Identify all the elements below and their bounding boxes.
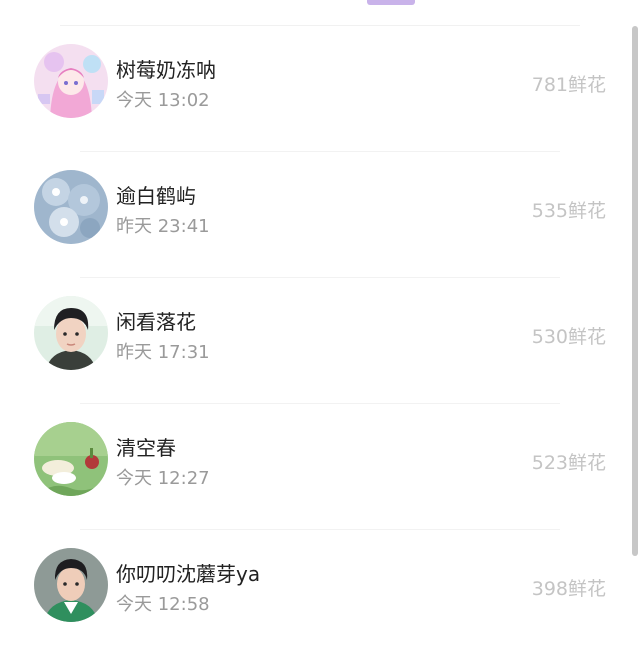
blue-flower-avatar[interactable] (34, 170, 108, 244)
anime-pink-girl-avatar[interactable] (34, 44, 108, 118)
post-time: 今天 12:58 (116, 594, 210, 615)
user-name[interactable]: 闲看落花 (116, 306, 196, 335)
flower-count: 523鲜花 (531, 452, 606, 474)
young-man-green-jacket-avatar[interactable] (34, 548, 108, 622)
list-item[interactable]: 你叨叨沈蘑芽ya 今天 12:58 398鲜花 (0, 530, 628, 647)
scrollbar[interactable] (632, 26, 638, 556)
green-plant-avatar[interactable] (34, 422, 108, 496)
user-name[interactable]: 你叨叨沈蘑芽ya (116, 558, 260, 587)
post-time: 昨天 23:41 (116, 216, 210, 237)
post-time: 今天 13:02 (116, 90, 210, 111)
list-item[interactable]: 闲看落花 昨天 17:31 530鲜花 (0, 278, 628, 404)
flower-count: 398鲜花 (531, 578, 606, 600)
flower-ranking-screen: 树莓奶冻呐 今天 13:02 781鲜花 逾白鹤屿 昨天 23:41 535鲜花… (0, 0, 640, 647)
young-man-portrait-avatar[interactable] (34, 296, 108, 370)
flower-count: 535鲜花 (531, 200, 606, 222)
list-item[interactable]: 清空春 今天 12:27 523鲜花 (0, 404, 628, 530)
user-name[interactable]: 逾白鹤屿 (116, 180, 196, 209)
flower-count: 781鲜花 (531, 74, 606, 96)
post-time: 昨天 17:31 (116, 342, 210, 363)
post-time: 今天 12:27 (116, 468, 210, 489)
user-name[interactable]: 树莓奶冻呐 (116, 54, 216, 83)
list-item[interactable]: 树莓奶冻呐 今天 13:02 781鲜花 (0, 26, 628, 152)
list-item[interactable]: 逾白鹤屿 昨天 23:41 535鲜花 (0, 152, 628, 278)
flower-count: 530鲜花 (531, 326, 606, 348)
ranking-list: 树莓奶冻呐 今天 13:02 781鲜花 逾白鹤屿 昨天 23:41 535鲜花… (0, 26, 628, 647)
user-name[interactable]: 清空春 (116, 432, 176, 461)
active-tab-indicator (367, 0, 415, 5)
